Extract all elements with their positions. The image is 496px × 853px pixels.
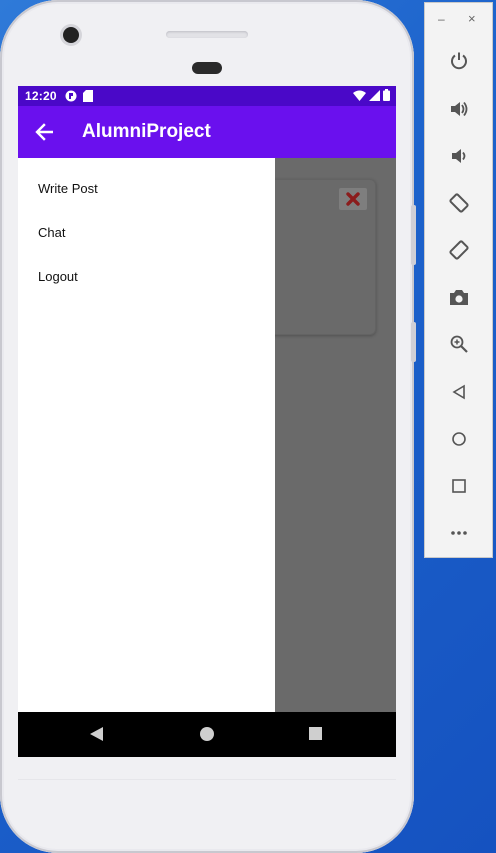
app-title: AlumniProject: [82, 121, 211, 142]
power-key: [411, 322, 416, 362]
emulator-toolbar: – ×: [424, 2, 493, 558]
volume-rocker: [411, 205, 416, 265]
status-bar: 12:20: [18, 86, 396, 106]
drawer-item-write-post[interactable]: Write Post: [38, 181, 98, 196]
close-window-icon[interactable]: ×: [468, 11, 476, 26]
nav-home-icon[interactable]: [200, 727, 214, 741]
rotate-right-icon[interactable]: [447, 238, 471, 262]
rotate-left-icon[interactable]: [447, 191, 471, 215]
earpiece: [192, 62, 222, 74]
camera-icon[interactable]: [447, 285, 471, 309]
signal-icon: [369, 89, 380, 104]
close-button[interactable]: [339, 188, 367, 210]
chin-divider: [18, 779, 396, 780]
wifi-icon: [353, 90, 366, 104]
device-screen: 12:20 AlumniProject Write Post Chat Logo…: [18, 86, 396, 757]
system-nav-bar: [18, 712, 396, 757]
back-icon[interactable]: [447, 380, 471, 404]
battery-icon: [383, 89, 390, 104]
nav-overview-icon[interactable]: [309, 727, 322, 740]
volume-up-icon[interactable]: [447, 97, 471, 121]
drawer-item-logout[interactable]: Logout: [38, 269, 78, 284]
navigation-drawer: Write Post Chat Logout: [18, 158, 275, 712]
minimize-icon[interactable]: –: [438, 12, 445, 26]
home-icon[interactable]: [447, 427, 471, 451]
front-camera: [63, 27, 79, 43]
overview-icon[interactable]: [447, 474, 471, 498]
notification-app-icon: [65, 90, 77, 102]
volume-down-icon[interactable]: [447, 144, 471, 168]
nav-back-icon[interactable]: [90, 727, 104, 741]
top-speaker: [166, 31, 248, 38]
power-icon[interactable]: [447, 49, 471, 73]
arrow-left-icon: [35, 123, 53, 141]
phone-frame: 12:20 AlumniProject Write Post Chat Logo…: [0, 0, 416, 853]
drawer-item-chat[interactable]: Chat: [38, 225, 65, 240]
app-bar: AlumniProject: [18, 106, 396, 158]
sd-card-icon: [82, 90, 95, 102]
more-icon[interactable]: [447, 521, 471, 545]
back-arrow-button[interactable]: [33, 121, 55, 143]
toolbar-window-controls: – ×: [425, 11, 492, 26]
status-time: 12:20: [25, 89, 57, 103]
close-icon: [346, 192, 360, 206]
zoom-icon[interactable]: [447, 332, 471, 356]
